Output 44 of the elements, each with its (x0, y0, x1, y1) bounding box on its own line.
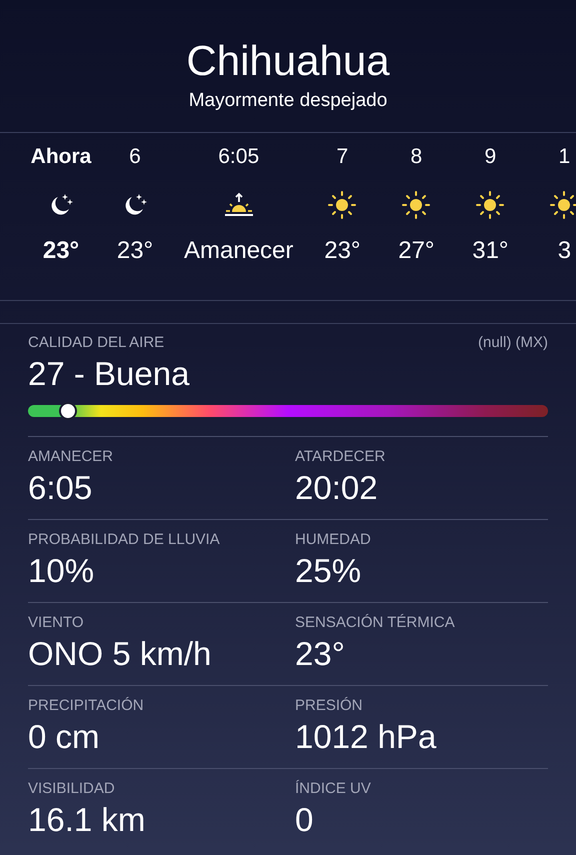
weather-condition: Mayormente despejado (188, 90, 388, 112)
detail-label: VIENTO (28, 614, 85, 631)
detail-label: SENSACIÓN TÉRMICA (295, 614, 456, 631)
detail-label: PROBABILIDAD DE LLUVIA (28, 531, 221, 548)
hour-label: 6 (129, 145, 141, 170)
hour-temperature: Amanecer (184, 237, 294, 265)
detail-label: PRESIÓN (295, 697, 364, 714)
sun-icon (402, 191, 430, 219)
sunrise-icon (222, 192, 255, 218)
detail-label: VISIBILIDAD (28, 780, 116, 797)
detail-label: PRECIPITACIÓN (28, 697, 145, 714)
hour-label: 9 (484, 145, 496, 170)
sun-icon (328, 191, 356, 219)
detail-value: 16.1 km (28, 801, 146, 839)
hour-temperature: 3 (558, 237, 572, 265)
detail-label: ÍNDICE UV (295, 780, 372, 797)
hour-temperature: 23° (324, 237, 361, 265)
detail-label: ATARDECER (295, 448, 386, 465)
detail-value: 0 (295, 801, 314, 839)
detail-label: AMANECER (28, 448, 114, 465)
hour-label: 1 (558, 145, 570, 170)
sun-icon (476, 191, 504, 219)
hour-label: 7 (336, 145, 348, 170)
air-quality-value: 27 - Buena (28, 355, 190, 393)
hour-temperature: 27° (398, 237, 435, 265)
air-quality-source: (null) (MX) (478, 334, 548, 351)
sun-icon (550, 191, 576, 219)
detail-label: HUMEDAD (295, 531, 372, 548)
hour-label: Ahora (30, 145, 92, 170)
hour-temperature: 23° (42, 237, 80, 265)
detail-value: 10% (28, 552, 96, 590)
detail-value: 0 cm (28, 718, 101, 756)
city-name: Chihuahua (185, 36, 391, 86)
hour-temperature: 23° (116, 237, 154, 265)
detail-value: 1012 hPa (295, 718, 438, 756)
detail-value: 25% (295, 552, 362, 590)
detail-value: ONO 5 km/h (28, 635, 212, 673)
detail-value: 6:05 (28, 469, 94, 507)
air-quality-label: CALIDAD DEL AIRE (28, 334, 164, 351)
hour-label: 8 (410, 145, 422, 170)
hour-temperature: 31° (472, 237, 509, 265)
hour-label: 6:05 (218, 145, 260, 170)
detail-value: 23° (295, 635, 346, 673)
detail-value: 20:02 (295, 469, 379, 507)
